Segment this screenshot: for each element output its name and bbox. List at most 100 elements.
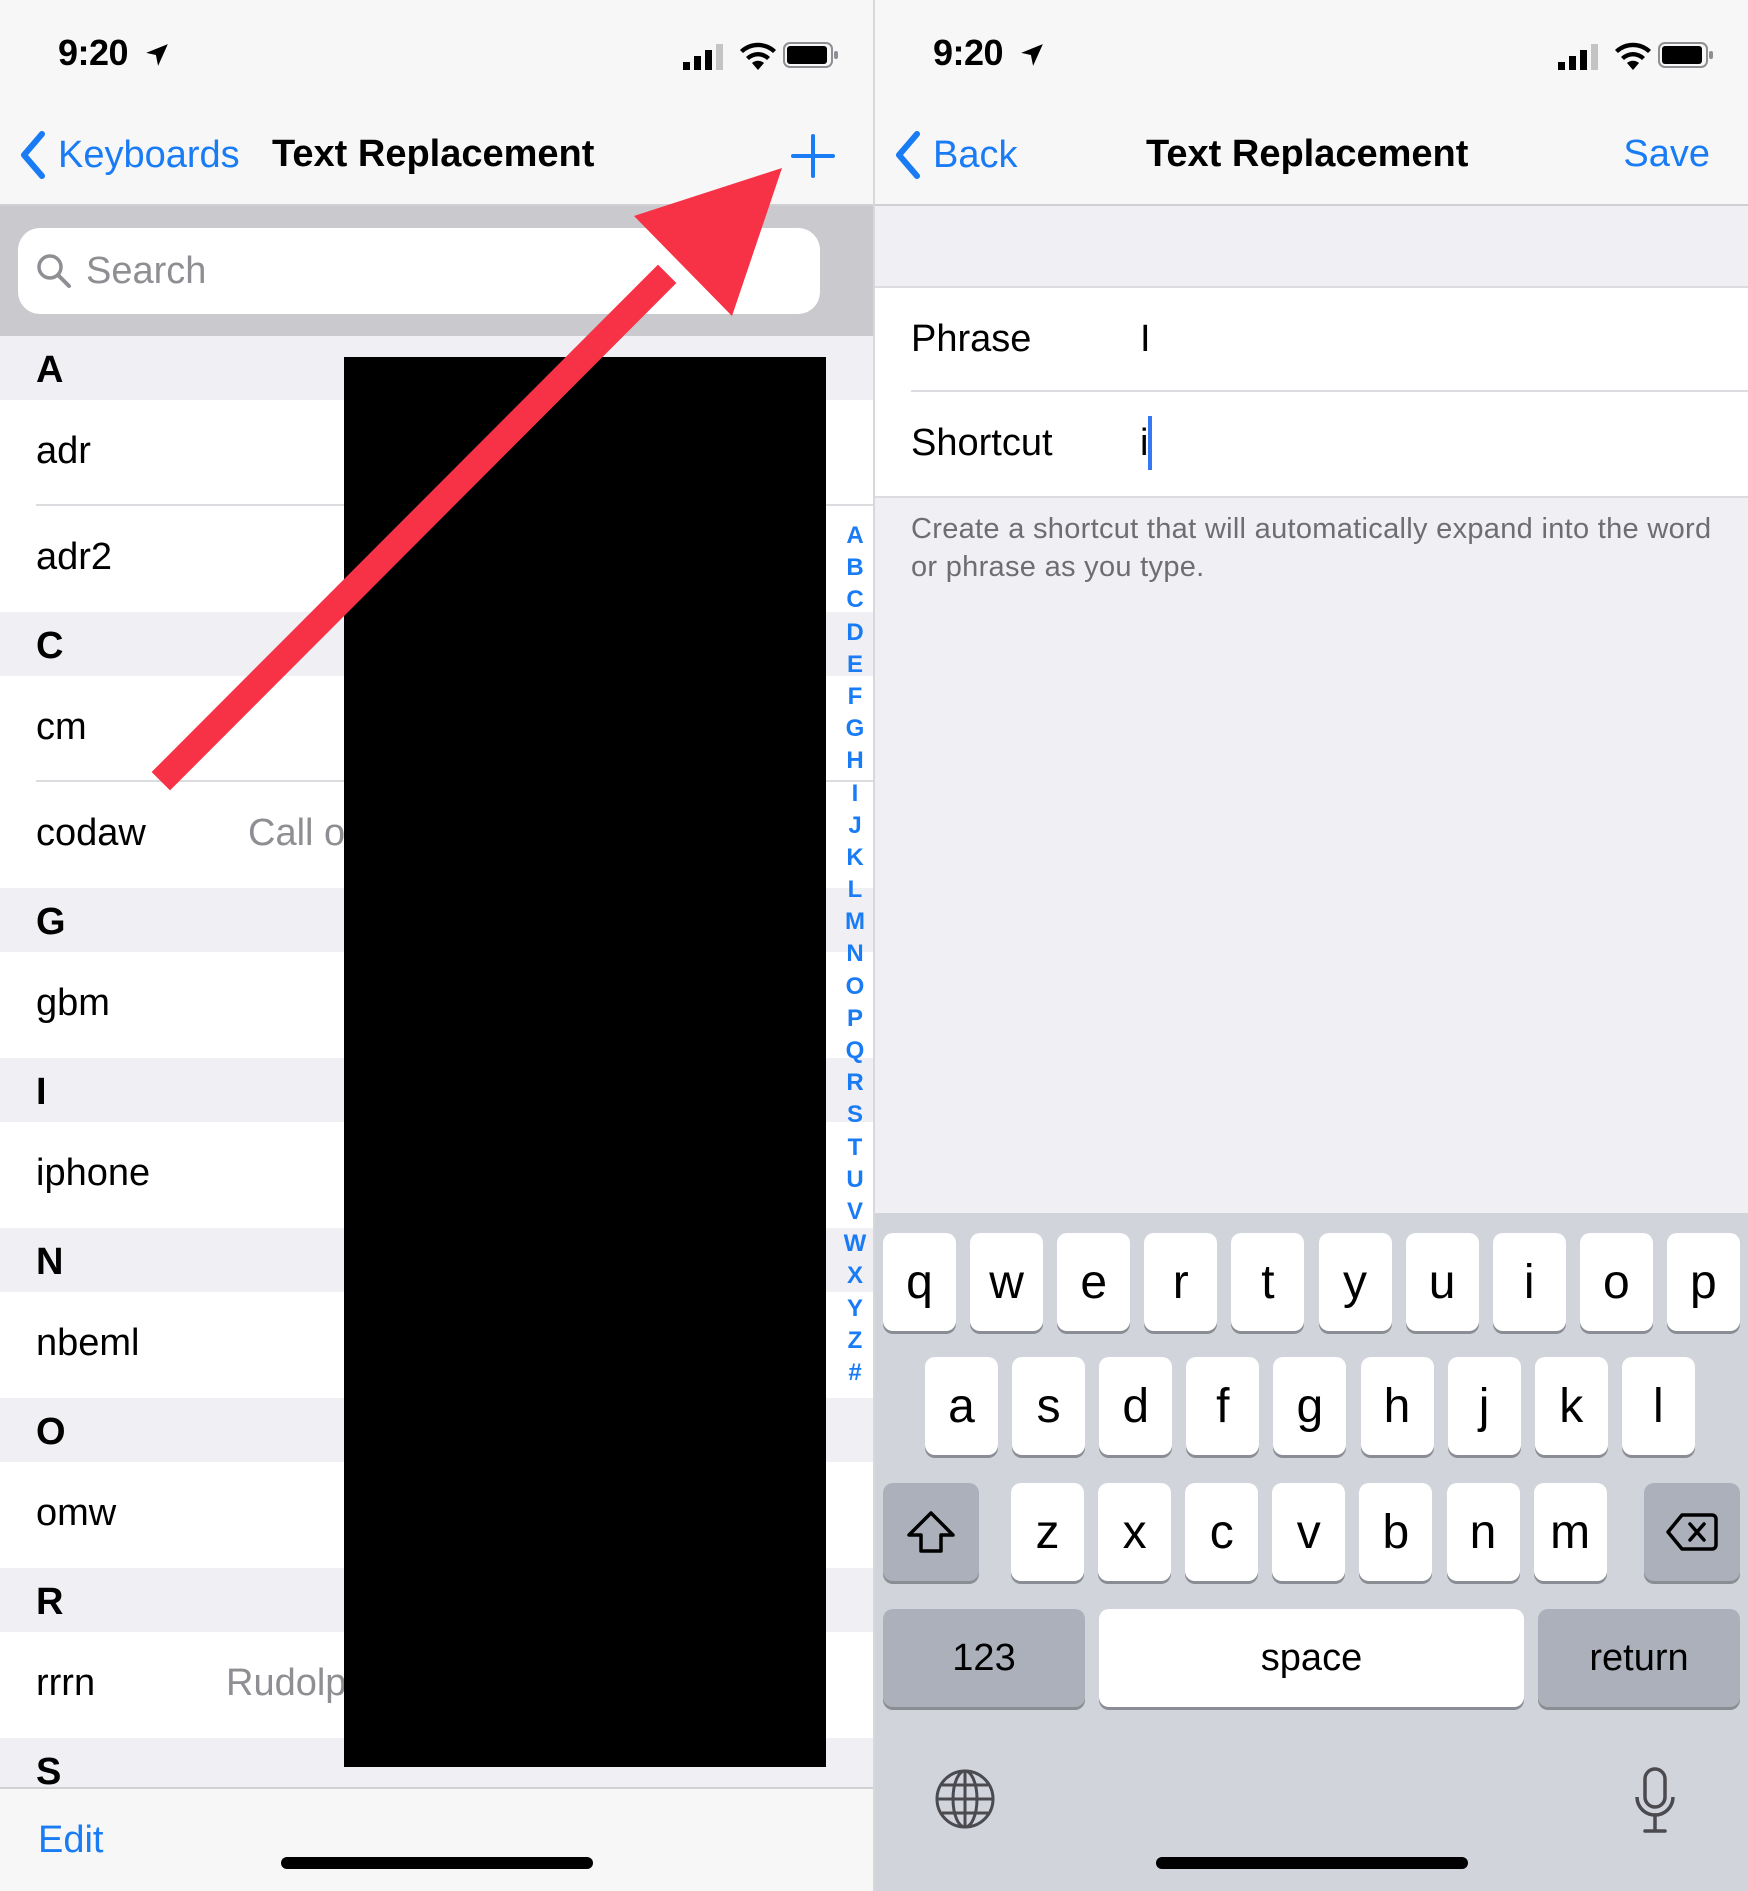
index-letter[interactable]: O: [838, 971, 872, 1003]
back-label: Back: [933, 133, 1018, 176]
key-u[interactable]: u: [1405, 1233, 1479, 1331]
index-letter[interactable]: S: [838, 1099, 872, 1131]
chevron-left-icon: [896, 131, 920, 179]
index-letter[interactable]: N: [838, 938, 872, 970]
key-l[interactable]: l: [1621, 1357, 1695, 1455]
search-input[interactable]: [86, 240, 786, 302]
key-w[interactable]: w: [970, 1233, 1044, 1331]
key-d[interactable]: d: [1099, 1357, 1173, 1455]
text-cursor: [1148, 416, 1152, 470]
key-x[interactable]: x: [1098, 1483, 1172, 1581]
shortcut-text: iphone: [36, 1152, 151, 1194]
text-replacement-list-screen: 9:20 Keyboards Text Replacement A adr ad…: [0, 0, 873, 1891]
key-k[interactable]: k: [1534, 1357, 1608, 1455]
key-p[interactable]: p: [1666, 1233, 1740, 1331]
index-letter[interactable]: P: [838, 1003, 872, 1035]
index-letter[interactable]: M: [838, 906, 872, 938]
edit-button[interactable]: Edit: [38, 1819, 103, 1862]
key-o[interactable]: o: [1579, 1233, 1653, 1331]
phrase-row: Phrase: [875, 288, 1748, 392]
key-t[interactable]: t: [1231, 1233, 1305, 1331]
key-c[interactable]: c: [1185, 1483, 1259, 1581]
delete-icon: [1666, 1513, 1718, 1551]
key-v[interactable]: v: [1272, 1483, 1346, 1581]
index-letter[interactable]: H: [838, 745, 872, 777]
key-h[interactable]: h: [1360, 1357, 1434, 1455]
shift-key[interactable]: [883, 1483, 979, 1581]
index-letter[interactable]: G: [838, 713, 872, 745]
index-letter[interactable]: B: [838, 552, 872, 584]
index-letter[interactable]: Z: [838, 1325, 872, 1357]
key-m[interactable]: m: [1533, 1483, 1607, 1581]
key-i[interactable]: i: [1492, 1233, 1566, 1331]
key-s[interactable]: s: [1012, 1357, 1086, 1455]
save-button[interactable]: Save: [1623, 133, 1710, 176]
status-time: 9:20: [933, 32, 1004, 73]
index-letter[interactable]: Q: [838, 1035, 872, 1067]
index-letter[interactable]: K: [838, 842, 872, 874]
index-letter[interactable]: L: [838, 874, 872, 906]
key-n[interactable]: n: [1446, 1483, 1520, 1581]
phrase-input[interactable]: [1140, 306, 1700, 372]
delete-key[interactable]: [1644, 1483, 1740, 1581]
shortcut-text: cm: [36, 706, 87, 748]
index-letter[interactable]: X: [838, 1260, 872, 1292]
index-letter[interactable]: R: [838, 1067, 872, 1099]
shortcut-text: adr2: [36, 536, 113, 578]
key-a[interactable]: a: [925, 1357, 998, 1455]
index-letter[interactable]: U: [838, 1164, 872, 1196]
space-key[interactable]: space: [1099, 1609, 1524, 1707]
index-letter[interactable]: T: [838, 1132, 872, 1164]
search-field[interactable]: [18, 228, 820, 314]
index-letter[interactable]: C: [838, 584, 872, 616]
key-b[interactable]: b: [1359, 1483, 1433, 1581]
index-letter[interactable]: W: [838, 1228, 872, 1260]
index-letter[interactable]: A: [838, 520, 872, 552]
navigation-bar: Back Text Replacement Save: [875, 100, 1748, 206]
index-letter[interactable]: J: [838, 810, 872, 842]
shortcut-input[interactable]: [1140, 410, 1700, 476]
index-letter[interactable]: Y: [838, 1293, 872, 1325]
key-e[interactable]: e: [1057, 1233, 1131, 1331]
phrase-label: Phrase: [911, 318, 1032, 360]
numbers-key[interactable]: 123: [883, 1609, 1085, 1707]
shortcut-text: nbeml: [36, 1322, 140, 1364]
index-letter[interactable]: D: [838, 617, 872, 649]
key-g[interactable]: g: [1273, 1357, 1347, 1455]
wifi-icon: [1615, 42, 1651, 70]
key-f[interactable]: f: [1186, 1357, 1260, 1455]
index-letter[interactable]: #: [838, 1357, 872, 1389]
search-icon: [37, 254, 71, 288]
key-r[interactable]: r: [1144, 1233, 1218, 1331]
microphone-icon[interactable]: [1633, 1767, 1677, 1835]
battery-icon: [783, 42, 838, 68]
battery-icon: [1658, 42, 1713, 68]
phrase-text: Rudolp: [226, 1662, 347, 1704]
redaction-box: [344, 357, 826, 1767]
plus-icon[interactable]: [789, 132, 837, 180]
index-letter[interactable]: I: [838, 778, 872, 810]
back-button[interactable]: Back: [893, 130, 1017, 180]
signal-icon: [683, 44, 723, 70]
keyboards-back-button[interactable]: Keyboards: [18, 130, 240, 180]
index-letter[interactable]: F: [838, 681, 872, 713]
section-index[interactable]: A B C D E F G H I J K L M N O P Q R S T U V W X Y Z #: [838, 520, 872, 1389]
index-letter[interactable]: V: [838, 1196, 872, 1228]
return-key[interactable]: return: [1538, 1609, 1740, 1707]
key-y[interactable]: y: [1318, 1233, 1392, 1331]
replacement-form: Phrase Shortcut: [875, 286, 1748, 498]
home-indicator[interactable]: [1156, 1857, 1468, 1869]
key-q[interactable]: q: [883, 1233, 956, 1331]
phrase-text: Call o: [248, 812, 346, 854]
index-letter[interactable]: E: [838, 649, 872, 681]
key-j[interactable]: j: [1447, 1357, 1521, 1455]
home-indicator[interactable]: [281, 1857, 593, 1869]
page-title: Text Replacement: [1146, 133, 1469, 175]
bottom-toolbar: Edit: [0, 1787, 873, 1891]
key-z[interactable]: z: [1011, 1483, 1084, 1581]
location-arrow-icon: [146, 44, 168, 66]
globe-icon[interactable]: [933, 1767, 997, 1831]
shortcut-text: rrrn: [36, 1662, 96, 1704]
shortcut-text: gbm: [36, 982, 110, 1024]
page-title: Text Replacement: [272, 133, 595, 175]
